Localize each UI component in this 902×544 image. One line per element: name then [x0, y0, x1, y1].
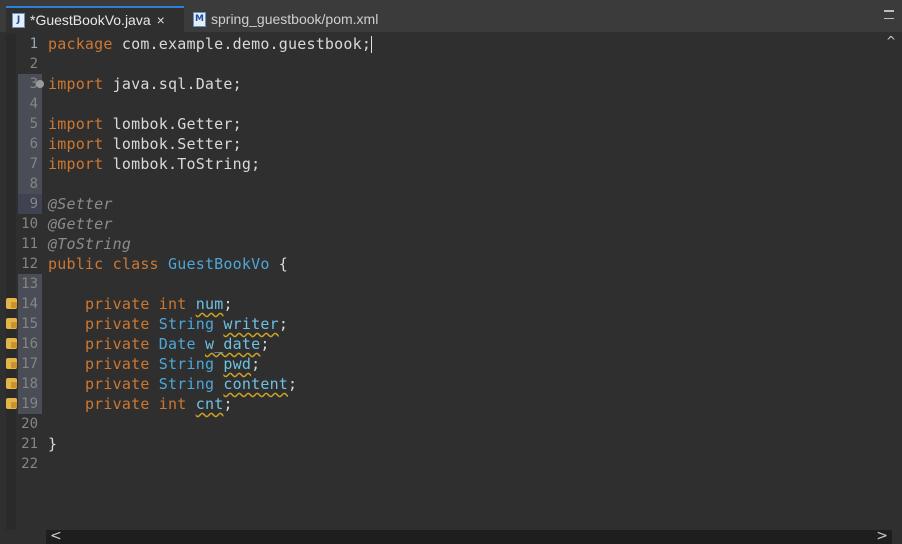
code-line[interactable]: package com.example.demo.guestbook; — [48, 34, 373, 54]
semicolon: ; — [260, 335, 270, 353]
keyword: import — [48, 135, 104, 153]
code-line[interactable]: @Getter — [48, 214, 113, 234]
type-name: String — [158, 355, 215, 373]
tab-label: *GuestBookVo.java — [30, 12, 151, 28]
scroll-up-icon[interactable]: ^ — [886, 34, 896, 48]
code-line[interactable]: import lombok.Setter; — [48, 134, 242, 154]
type-keyword: int — [158, 395, 187, 413]
line-number: 10 — [21, 216, 38, 232]
code-line[interactable]: @ToString — [48, 234, 131, 254]
type-name: String — [158, 315, 215, 333]
line-number: 8 — [29, 176, 38, 192]
line-number: 5 — [29, 116, 38, 132]
code-line[interactable]: private int num; — [48, 294, 233, 314]
semicolon: ; — [223, 395, 233, 413]
keyword: private — [84, 335, 150, 353]
annotation: @Getter — [48, 215, 113, 233]
field-name: writer — [223, 315, 279, 333]
keyword: import — [48, 75, 104, 93]
scroll-right-icon[interactable]: > — [876, 528, 888, 544]
code-line[interactable]: @Setter — [48, 194, 113, 214]
minimize-icon[interactable] — [884, 10, 894, 19]
line-number: 20 — [21, 416, 38, 432]
line-number: 11 — [21, 236, 38, 252]
line-number: 6 — [29, 136, 38, 152]
code-line[interactable]: private Date w_date; — [48, 334, 270, 354]
line-number: 4 — [29, 96, 38, 112]
keyword: import — [48, 155, 104, 173]
keyword: import — [48, 115, 104, 133]
code-line[interactable]: private String writer; — [48, 314, 288, 334]
line-number: 3 — [29, 76, 38, 92]
field-name: w_date — [204, 335, 261, 353]
brace: } — [48, 435, 58, 453]
warning-icon[interactable] — [6, 358, 17, 369]
text-caret — [371, 36, 373, 53]
line-number: 7 — [29, 156, 38, 172]
keyword: class — [112, 255, 159, 273]
semicolon: ; — [288, 375, 298, 393]
warning-icon[interactable] — [6, 338, 17, 349]
keyword: public — [48, 255, 104, 273]
warning-icon[interactable] — [6, 378, 17, 389]
line-number: 13 — [21, 276, 38, 292]
java-file-icon: J — [12, 12, 25, 28]
semicolon: ; — [251, 355, 261, 373]
line-number: 21 — [21, 436, 38, 452]
code-line[interactable]: private String pwd; — [48, 354, 260, 374]
keyword: private — [84, 375, 150, 393]
code-line[interactable]: private int cnt; — [48, 394, 233, 414]
type-keyword: int — [158, 295, 187, 313]
type-name: Date — [158, 335, 196, 353]
type-name: String — [158, 375, 215, 393]
import-path: lombok.ToString; — [112, 155, 261, 173]
line-number: 12 — [21, 256, 38, 272]
semicolon: ; — [278, 315, 289, 333]
maven-file-icon: M — [193, 11, 206, 27]
import-path: lombok.Setter; — [112, 135, 242, 153]
keyword: private — [84, 315, 150, 333]
code-editor[interactable]: 1 2 3 4 5 6 7 8 9 10 11 12 13 14 15 16 1… — [6, 34, 896, 530]
line-number: 22 — [21, 456, 38, 472]
semicolon: ; — [223, 295, 233, 313]
class-name: GuestBookVo — [168, 255, 270, 273]
import-path: lombok.Getter; — [112, 115, 242, 133]
warning-icon[interactable] — [6, 298, 17, 309]
brace: { — [278, 255, 289, 273]
import-path: java.sql.Date; — [112, 75, 242, 93]
fold-toggle-icon[interactable] — [36, 80, 44, 88]
field-name: pwd — [223, 355, 252, 373]
field-name: num — [195, 295, 224, 313]
package-name: com.example.demo.guestbook; — [121, 35, 372, 53]
annotation: @Setter — [48, 195, 113, 213]
warning-icon[interactable] — [6, 398, 17, 409]
editor-tab-bar: J *GuestBookVo.java × M spring_guestbook… — [0, 0, 902, 32]
field-name: content — [223, 375, 289, 393]
code-line[interactable]: import lombok.Getter; — [48, 114, 242, 134]
tab-guestbookvo-java[interactable]: J *GuestBookVo.java × — [6, 6, 184, 32]
close-icon[interactable]: × — [157, 12, 165, 28]
code-line[interactable]: public class GuestBookVo { — [48, 254, 288, 274]
line-number: 2 — [29, 56, 38, 72]
annotation: @ToString — [48, 235, 132, 253]
tab-label: spring_guestbook/pom.xml — [211, 11, 379, 27]
keyword: package — [48, 35, 113, 53]
code-line[interactable]: import lombok.ToString; — [48, 154, 260, 174]
tab-pom-xml[interactable]: M spring_guestbook/pom.xml — [187, 6, 397, 32]
field-name: cnt — [195, 395, 224, 413]
horizontal-scrollbar[interactable]: < > — [46, 528, 892, 544]
code-line[interactable]: } — [48, 434, 57, 454]
line-number: 9 — [29, 196, 38, 212]
line-number: 1 — [29, 36, 38, 52]
code-line[interactable]: import java.sql.Date; — [48, 74, 242, 94]
keyword: private — [84, 395, 150, 413]
keyword: private — [84, 295, 150, 313]
warning-icon[interactable] — [6, 318, 17, 329]
code-line[interactable]: private String content; — [48, 374, 297, 394]
keyword: private — [84, 355, 150, 373]
scroll-left-icon[interactable]: < — [50, 528, 62, 544]
